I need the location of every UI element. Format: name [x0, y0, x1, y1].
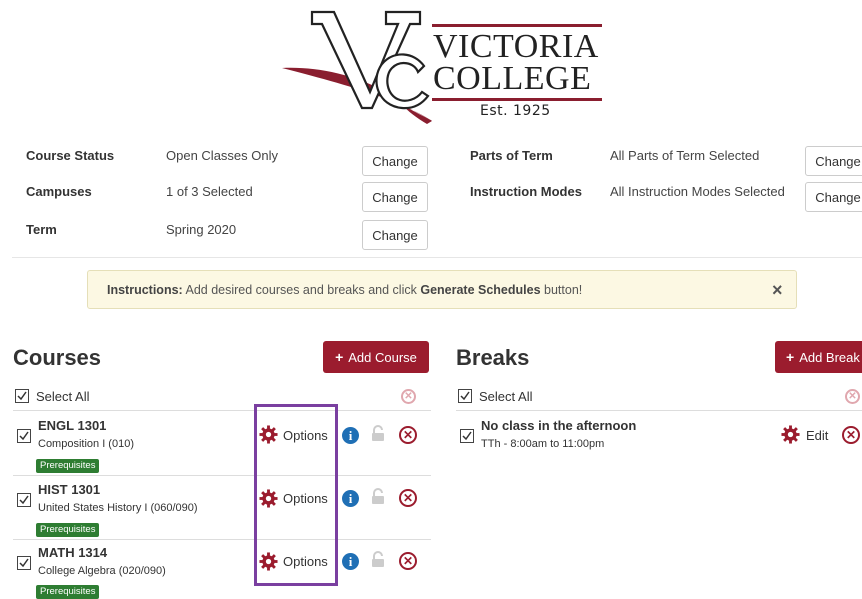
- course-checkbox[interactable]: [17, 493, 31, 507]
- courses-heading: Courses: [13, 345, 102, 370]
- add-course-button[interactable]: + Add Course: [323, 341, 429, 373]
- info-icon[interactable]: i: [342, 490, 359, 507]
- break-detail: TTh - 8:00am to 11:00pm: [481, 438, 605, 450]
- select-all-breaks-checkbox[interactable]: [458, 389, 472, 403]
- plus-icon: +: [335, 349, 344, 365]
- term-change-button[interactable]: Change: [362, 220, 428, 250]
- row-divider: [13, 539, 431, 540]
- prerequisites-badge[interactable]: Prerequisites: [36, 523, 100, 537]
- prerequisites-badge[interactable]: Prerequisites: [36, 585, 100, 599]
- lock-icon[interactable]: [371, 488, 385, 505]
- course-checkbox[interactable]: [17, 429, 31, 443]
- plus-icon: +: [786, 349, 795, 365]
- parts-of-term-value: All Parts of Term Selected: [610, 148, 760, 163]
- gear-icon[interactable]: [781, 425, 800, 444]
- course-code: ENGL 1301: [38, 418, 107, 433]
- prerequisites-badge[interactable]: Prerequisites: [36, 459, 100, 473]
- course-name: College Algebra (020/090): [38, 565, 166, 577]
- add-break-label: Add Break: [799, 349, 860, 365]
- course-status-change-button[interactable]: Change: [362, 146, 428, 176]
- instructions-prefix: Instructions:: [107, 283, 183, 297]
- term-value: Spring 2020: [166, 222, 237, 237]
- options-highlight-box: [254, 404, 338, 586]
- course-name: United States History I (060/090): [38, 502, 198, 514]
- logo-established: Est. 1925: [480, 103, 551, 119]
- course-status-label: Course Status: [26, 148, 115, 163]
- instructions-emphasis: Generate Schedules: [420, 283, 541, 297]
- remove-course-icon[interactable]: ✕: [399, 426, 417, 444]
- parts-of-term-change-button[interactable]: Change: [805, 146, 862, 176]
- select-all-breaks-label: Select All: [479, 389, 533, 404]
- instructions-body: Add desired courses and breaks and click: [182, 283, 421, 297]
- logo-bottom-rule: [432, 98, 602, 101]
- add-course-label: Add Course: [348, 349, 417, 365]
- remove-all-courses-icon[interactable]: ✕: [401, 389, 416, 404]
- campuses-change-button[interactable]: Change: [362, 182, 428, 212]
- logo-top-rule: [432, 24, 602, 27]
- term-label: Term: [26, 222, 57, 237]
- break-checkbox[interactable]: [460, 429, 474, 443]
- break-title: No class in the afternoon: [481, 418, 637, 433]
- campuses-label: Campuses: [26, 184, 92, 199]
- select-all-courses-checkbox[interactable]: [15, 389, 29, 403]
- instructions-tail: button!: [540, 283, 583, 297]
- course-name: Composition I (010): [38, 438, 134, 450]
- breaks-divider: [456, 410, 862, 411]
- instruction-modes-label: Instruction Modes: [470, 184, 582, 199]
- remove-break-icon[interactable]: ✕: [842, 426, 860, 444]
- divider: [12, 257, 862, 258]
- course-checkbox[interactable]: [17, 556, 31, 570]
- lock-icon[interactable]: [371, 551, 385, 568]
- remove-course-icon[interactable]: ✕: [399, 489, 417, 507]
- instructions-text: Instructions: Add desired courses and br…: [107, 283, 582, 297]
- parts-of-term-label: Parts of Term: [470, 148, 553, 163]
- select-all-courses-label: Select All: [36, 389, 90, 404]
- course-code: HIST 1301: [38, 482, 101, 497]
- row-divider: [13, 475, 431, 476]
- add-break-button[interactable]: + Add Break: [775, 341, 862, 373]
- instruction-modes-change-button[interactable]: Change: [805, 182, 862, 212]
- course-status-value: Open Classes Only: [166, 148, 278, 163]
- campuses-value: 1 of 3 Selected: [166, 184, 253, 199]
- course-code: MATH 1314: [38, 545, 108, 560]
- info-icon[interactable]: i: [342, 427, 359, 444]
- instructions-alert: Instructions: Add desired courses and br…: [87, 270, 797, 309]
- instruction-modes-value: All Instruction Modes Selected: [610, 184, 785, 199]
- close-icon[interactable]: ×: [772, 280, 783, 301]
- edit-break-button[interactable]: Edit: [806, 428, 828, 443]
- info-icon[interactable]: i: [342, 553, 359, 570]
- remove-course-icon[interactable]: ✕: [399, 552, 417, 570]
- courses-divider: [13, 410, 431, 411]
- logo-line2: COLLEGE: [433, 60, 592, 97]
- remove-all-breaks-icon[interactable]: ✕: [845, 389, 860, 404]
- breaks-heading: Breaks: [456, 345, 530, 370]
- lock-icon[interactable]: [371, 425, 385, 442]
